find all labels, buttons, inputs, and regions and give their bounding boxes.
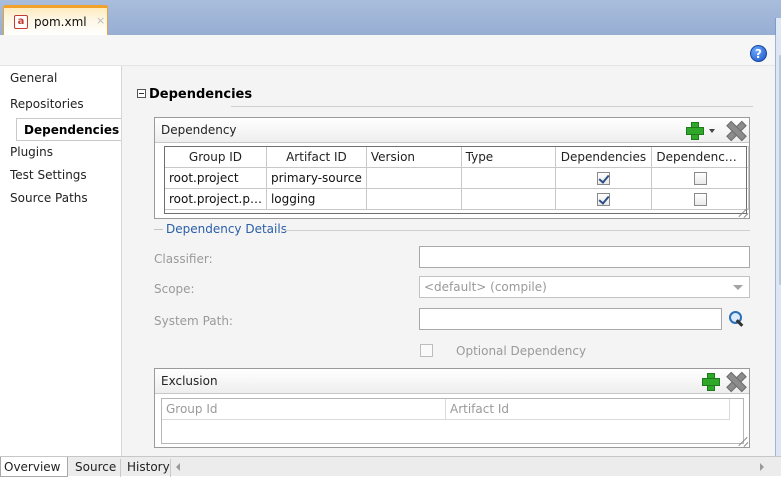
document-tab-pom-xml[interactable]: a pom.xml × <box>3 5 108 35</box>
details-divider <box>285 230 750 231</box>
editor-header: ? <box>0 35 775 66</box>
dependenc-checkbox[interactable] <box>693 193 707 206</box>
exclusion-panel-header: Exclusion <box>155 369 749 394</box>
resize-grip-icon[interactable] <box>738 435 748 445</box>
optional-dependency-checkbox[interactable] <box>420 344 433 357</box>
nav-item-general[interactable]: General <box>0 67 120 90</box>
nav-item-repositories[interactable]: Repositories <box>0 93 120 116</box>
column-header-dependenc[interactable]: Dependenc… <box>651 146 749 168</box>
table-header-row: Group ID Artifact ID Version Type Depend… <box>164 146 749 168</box>
cell-artifact-id[interactable]: logging <box>265 188 367 210</box>
scroll-left-icon[interactable] <box>176 463 180 471</box>
side-window-edge <box>775 35 781 476</box>
cell-type[interactable] <box>460 188 556 210</box>
scope-select-value: <default> (compile) <box>424 280 547 294</box>
cell-dependenc <box>651 188 749 210</box>
section-header[interactable]: Dependencies <box>137 87 252 102</box>
dependency-panel-header: Dependency <box>155 118 749 143</box>
cell-group-id[interactable]: root.project.p… <box>164 188 267 210</box>
editor-view-tabs: Overview Source History <box>0 456 781 477</box>
dependency-panel: Dependency Group ID Artifact ID Version … <box>154 117 750 219</box>
column-header-artifact-id[interactable]: Artifact Id <box>445 398 730 420</box>
section-title: Dependencies <box>149 87 253 102</box>
collapse-icon[interactable] <box>137 89 146 98</box>
scope-label: Scope: <box>154 282 195 296</box>
add-exclusion-icon[interactable] <box>702 373 720 391</box>
column-header-artifact-id[interactable]: Artifact ID <box>265 146 367 168</box>
remove-exclusion-icon[interactable] <box>727 373 743 389</box>
maven-file-icon: a <box>14 15 28 29</box>
cell-artifact-id[interactable]: primary-source <box>265 167 367 189</box>
tab-overview[interactable]: Overview <box>0 457 68 477</box>
nav-item-dependencies[interactable]: Dependencies <box>16 118 122 141</box>
resize-grip-icon[interactable] <box>738 206 748 216</box>
section-divider <box>231 106 753 107</box>
horizontal-scrollbar[interactable] <box>184 460 756 473</box>
window-edge <box>775 18 781 35</box>
tab-source[interactable]: Source <box>72 459 121 477</box>
column-header-version[interactable]: Version <box>365 146 462 168</box>
dependencies-page: Dependencies Dependency Group ID Artifac… <box>122 66 775 456</box>
dependencies-checkbox[interactable] <box>596 193 610 206</box>
cell-dependenc <box>651 167 749 189</box>
tab-history[interactable]: History <box>124 459 171 477</box>
add-dropdown-icon[interactable] <box>709 129 715 133</box>
close-icon[interactable]: × <box>96 14 105 27</box>
cell-type[interactable] <box>460 167 556 189</box>
nav-item-plugins[interactable]: Plugins <box>0 141 120 164</box>
scroll-right-icon[interactable] <box>760 463 764 471</box>
column-header-dependencies[interactable]: Dependencies <box>554 146 653 168</box>
section-navigation: General Repositories Dependencies Plugin… <box>0 66 122 456</box>
exclusion-panel: Exclusion Group Id Artifact Id <box>154 368 750 448</box>
document-tab-title: pom.xml <box>34 15 87 29</box>
nav-item-source-paths[interactable]: Source Paths <box>0 187 120 210</box>
cell-version[interactable] <box>365 167 462 189</box>
cell-dependencies <box>554 167 653 189</box>
table-row[interactable]: root.project.p… logging <box>164 188 749 210</box>
cell-version[interactable] <box>365 188 462 210</box>
search-icon[interactable] <box>727 310 745 328</box>
system-path-field[interactable] <box>419 308 722 330</box>
cell-dependencies <box>554 188 653 210</box>
remove-dependency-icon[interactable] <box>727 122 743 138</box>
table-row[interactable]: root.project primary-source <box>164 167 749 189</box>
classifier-label: Classifier: <box>154 252 213 266</box>
column-header-group-id[interactable]: Group Id <box>161 398 446 420</box>
add-dependency-icon[interactable] <box>686 122 704 140</box>
system-path-label: System Path: <box>154 314 233 328</box>
dependency-details-legend: Dependency Details <box>154 222 287 236</box>
dependency-panel-title: Dependency <box>161 123 237 137</box>
column-header-type[interactable]: Type <box>460 146 556 168</box>
legend-dash <box>154 229 163 230</box>
dependenc-checkbox[interactable] <box>693 172 707 185</box>
optional-dependency-label: Optional Dependency <box>456 344 587 358</box>
classifier-field[interactable] <box>419 246 750 268</box>
nav-item-test-settings[interactable]: Test Settings <box>0 164 120 187</box>
table-header-row: Group Id Artifact Id <box>161 398 730 420</box>
chevron-down-icon[interactable] <box>733 285 743 290</box>
help-icon[interactable]: ? <box>750 45 767 62</box>
exclusion-table: Group Id Artifact Id <box>161 398 730 420</box>
dependency-details-title: Dependency Details <box>166 222 287 236</box>
dependency-table: Group ID Artifact ID Version Type Depend… <box>164 146 749 210</box>
editor-tab-strip: a pom.xml × <box>0 0 781 35</box>
dependencies-checkbox[interactable] <box>596 172 610 185</box>
column-header-group-id[interactable]: Group ID <box>164 146 267 168</box>
exclusion-panel-title: Exclusion <box>161 374 218 388</box>
scope-select[interactable]: <default> (compile) <box>419 276 750 298</box>
cell-group-id[interactable]: root.project <box>164 167 267 189</box>
